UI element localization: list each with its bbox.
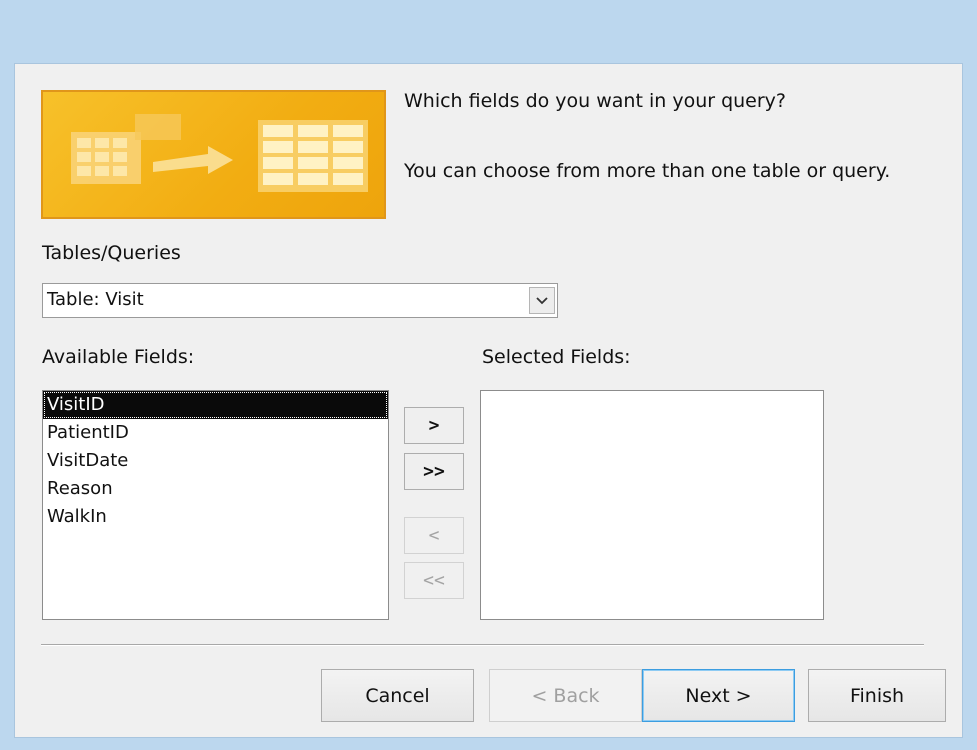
list-item[interactable]: PatientID <box>43 419 388 447</box>
query-illustration-icon <box>71 114 368 192</box>
simple-query-wizard-window: Which fields do you want in your query? … <box>0 0 977 750</box>
list-item[interactable]: VisitDate <box>43 447 388 475</box>
wizard-hint: You can choose from more than one table … <box>404 160 891 182</box>
dropdown-button[interactable] <box>529 287 555 314</box>
tables-queries-label: Tables/Queries <box>42 242 181 264</box>
add-all-fields-button[interactable]: >> <box>404 453 464 490</box>
tables-queries-dropdown[interactable]: Table: Visit <box>42 283 558 318</box>
remove-field-button[interactable]: < <box>404 517 464 554</box>
chevron-down-icon <box>536 296 548 304</box>
footer-divider <box>41 644 924 646</box>
wizard-prompt: Which fields do you want in your query? <box>404 90 787 112</box>
cancel-button[interactable]: Cancel <box>321 669 474 722</box>
available-fields-list[interactable]: VisitID PatientID VisitDate Reason WalkI… <box>42 390 389 620</box>
remove-all-fields-button[interactable]: << <box>404 562 464 599</box>
next-button[interactable]: Next > <box>642 669 795 722</box>
tables-queries-value: Table: Visit <box>47 289 144 310</box>
wizard-banner-image <box>41 90 386 219</box>
title-bar[interactable] <box>0 0 977 63</box>
selected-fields-label: Selected Fields: <box>482 346 631 368</box>
list-item[interactable]: WalkIn <box>43 503 388 531</box>
available-fields-label: Available Fields: <box>42 346 195 368</box>
finish-button[interactable]: Finish <box>808 669 946 722</box>
selected-fields-list[interactable] <box>480 390 824 620</box>
add-field-button[interactable]: > <box>404 407 464 444</box>
list-item[interactable]: VisitID <box>43 391 388 419</box>
back-button[interactable]: < Back <box>489 669 642 722</box>
list-item[interactable]: Reason <box>43 475 388 503</box>
wizard-body: Which fields do you want in your query? … <box>14 63 963 738</box>
